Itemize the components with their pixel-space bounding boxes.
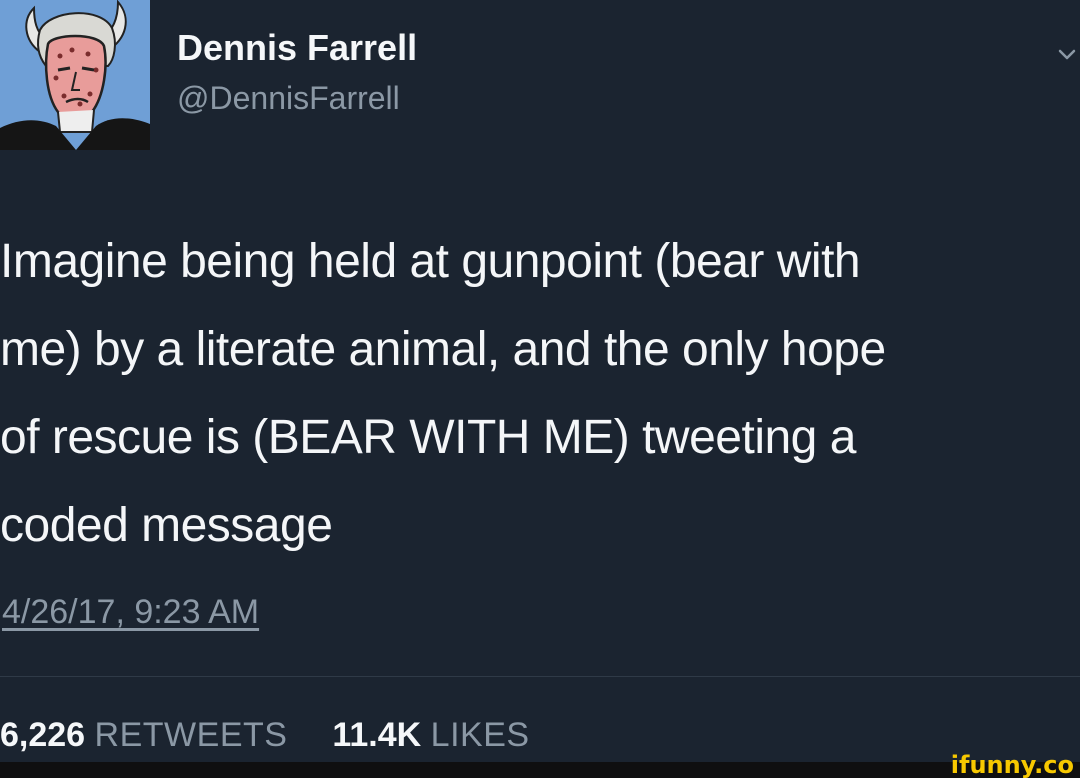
tweet-text-line: me) by a literate animal, and the only h… <box>0 323 886 376</box>
author-name[interactable]: Dennis Farrell <box>177 27 417 69</box>
watermark-bar <box>0 762 1080 778</box>
tweet-stats: 6,226 RETWEETS 11.4K LIKES <box>0 716 530 755</box>
likes-count[interactable]: 11.4K <box>332 716 421 754</box>
retweets-count[interactable]: 6,226 <box>0 716 85 754</box>
tweet-text: Imagine being held at gunpoint (bear wit… <box>0 218 1080 570</box>
avatar-illustration <box>0 0 150 150</box>
author-handle[interactable]: @DennisFarrell <box>177 80 400 117</box>
watermark-logo: ifunny.co <box>950 751 1074 778</box>
retweets-label[interactable]: RETWEETS <box>95 716 288 754</box>
likes-label[interactable]: LIKES <box>431 716 530 754</box>
tweet-text-line: coded message <box>0 499 333 552</box>
tweet-text-line: Imagine being held at gunpoint (bear wit… <box>0 235 861 288</box>
divider <box>0 676 1080 677</box>
author-avatar[interactable] <box>0 0 150 150</box>
tweet-timestamp[interactable]: 4/26/17, 9:23 AM <box>2 593 259 632</box>
tweet-text-line: of rescue is (BEAR WITH ME) tweeting a <box>0 411 856 464</box>
chevron-down-icon[interactable] <box>1056 44 1078 66</box>
tweet-card: Dennis Farrell @DennisFarrell Imagine be… <box>0 0 1080 762</box>
